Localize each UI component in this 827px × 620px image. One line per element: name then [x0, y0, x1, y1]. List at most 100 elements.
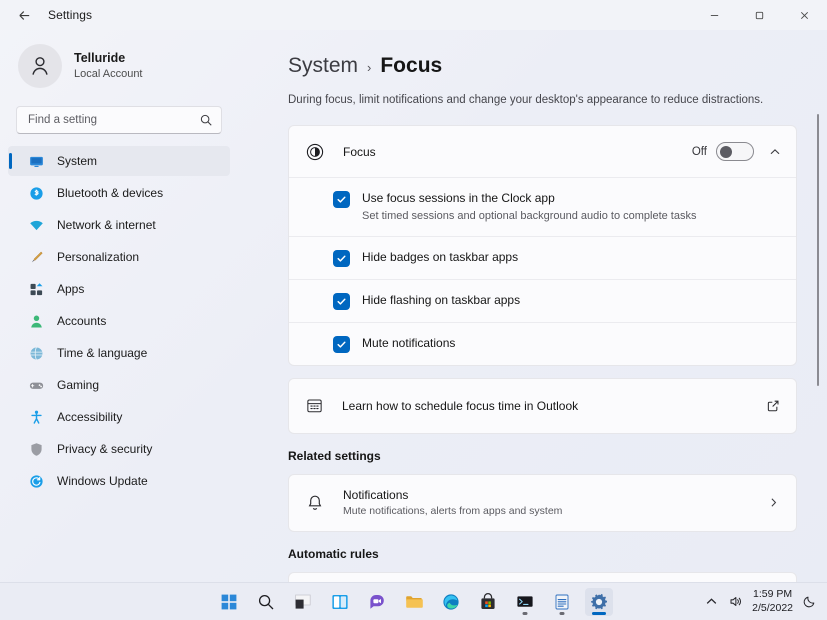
- option-texts: Hide flashing on taskbar apps: [362, 292, 520, 308]
- sidebar-item-privacy-security[interactable]: Privacy & security: [8, 434, 230, 464]
- sidebar-item-accounts[interactable]: Accounts: [8, 306, 230, 336]
- file-explorer-button[interactable]: [400, 588, 428, 616]
- toggle-knob: [720, 146, 732, 158]
- option-label: Mute notifications: [362, 335, 456, 350]
- main-content: System › Focus During focus, limit notif…: [246, 30, 827, 582]
- start-icon: [221, 594, 236, 609]
- option-texts: Use focus sessions in the Clock app Set …: [362, 190, 696, 224]
- option-label: Hide badges on taskbar apps: [362, 249, 519, 264]
- focus-option-row[interactable]: Hide badges on taskbar apps: [289, 237, 796, 280]
- checkbox-hide-flashing[interactable]: [333, 292, 350, 310]
- search-icon: [258, 594, 273, 609]
- minimize-button[interactable]: [692, 0, 737, 30]
- account-icon: [28, 313, 45, 330]
- chevron-right-icon[interactable]: [767, 496, 780, 509]
- notifications-title: Notifications: [343, 488, 409, 503]
- sidebar-item-personalization[interactable]: Personalization: [8, 242, 230, 272]
- bluetooth-icon: [28, 185, 45, 202]
- edge-button[interactable]: [437, 588, 465, 616]
- focus-card: Focus Off Use focus sessions in the Cloc…: [288, 125, 797, 366]
- automatic-rules-heading: Automatic rules: [288, 546, 379, 561]
- terminal-icon: [516, 595, 533, 607]
- sidebar-item-label: Bluetooth & devices: [57, 186, 164, 200]
- maximize-icon: [755, 11, 764, 19]
- maximize-button[interactable]: [737, 0, 782, 30]
- automatic-rules-card[interactable]: [288, 571, 797, 582]
- focus-header: Focus Off: [289, 126, 796, 178]
- focus-option-row[interactable]: Mute notifications: [289, 323, 796, 365]
- wifi-icon: [28, 217, 45, 234]
- sidebar-item-apps[interactable]: Apps: [8, 274, 230, 304]
- sidebar-item-system[interactable]: System: [8, 146, 230, 176]
- avatar: [18, 44, 62, 88]
- checkbox-hide-badges[interactable]: [333, 249, 350, 267]
- microsoft-store-button[interactable]: [474, 588, 502, 616]
- settings-window: Settings Telluride Local Account Find a …: [0, 0, 827, 620]
- task-view-button[interactable]: [289, 588, 317, 616]
- sidebar-item-label: Windows Update: [57, 474, 148, 488]
- sidebar-item-time-language[interactable]: Time & language: [8, 338, 230, 368]
- settings-button[interactable]: [584, 587, 613, 616]
- scrollbar-thumb[interactable]: [817, 114, 819, 386]
- option-label: Hide flashing on taskbar apps: [362, 292, 521, 307]
- search-icon: [200, 114, 212, 126]
- terminal-button[interactable]: [511, 588, 539, 616]
- bell-icon: [305, 493, 325, 513]
- chat-button[interactable]: [363, 588, 391, 616]
- brush-icon: [28, 249, 45, 266]
- back-button[interactable]: [8, 0, 40, 30]
- focus-option-row[interactable]: Hide flashing on taskbar apps: [289, 280, 796, 323]
- monitor-icon: [28, 153, 45, 170]
- sidebar-item-windows-update[interactable]: Windows Update: [8, 466, 230, 496]
- check-icon: [337, 298, 346, 305]
- check-icon: [337, 196, 346, 203]
- user-profile[interactable]: Telluride Local Account: [0, 30, 238, 100]
- notepad-button[interactable]: [548, 588, 576, 616]
- scrollbar[interactable]: [815, 114, 821, 582]
- breadcrumb-parent[interactable]: System: [288, 54, 358, 78]
- sidebar-item-gaming[interactable]: Gaming: [8, 370, 230, 400]
- page-description: During focus, limit notifications and ch…: [288, 94, 764, 106]
- chat-icon: [369, 594, 384, 609]
- outlook-link-row[interactable]: Learn how to schedule focus time in Outl…: [289, 379, 796, 433]
- external-link-icon[interactable]: [766, 399, 780, 413]
- taskbar: 1:59 PM 2/5/2022: [0, 582, 827, 620]
- profile-texts: Telluride Local Account: [74, 50, 143, 82]
- search-box[interactable]: [16, 106, 222, 134]
- sidebar-item-label: Time & language: [57, 346, 148, 360]
- outlook-link-card[interactable]: Learn how to schedule focus time in Outl…: [288, 377, 797, 434]
- focus-icon: [305, 142, 325, 162]
- notepad-icon: [555, 594, 568, 609]
- focus-toggle-state: Off: [691, 145, 707, 158]
- arrow-left-icon: [18, 10, 29, 20]
- focus-option-row[interactable]: Use focus sessions in the Clock app Set …: [289, 178, 796, 237]
- sidebar-item-label: Accounts: [57, 314, 107, 328]
- sidebar-item-accessibility[interactable]: Accessibility: [8, 402, 230, 432]
- window-title: Settings: [48, 8, 93, 22]
- window-body: Telluride Local Account Find a setting S…: [0, 30, 827, 582]
- profile-name: Telluride: [74, 51, 126, 66]
- start-button[interactable]: [215, 588, 243, 616]
- focus-toggle[interactable]: [716, 142, 754, 161]
- taskbar-search-button[interactable]: [252, 588, 280, 616]
- sidebar-item-bluetooth-devices[interactable]: Bluetooth & devices: [8, 178, 230, 208]
- checkbox-mute-notifications[interactable]: [333, 335, 350, 353]
- widgets-button[interactable]: [326, 588, 354, 616]
- file-explorer-icon: [405, 595, 423, 608]
- notifications-texts: Notifications Mute notifications, alerts…: [343, 488, 767, 517]
- notifications-card[interactable]: Notifications Mute notifications, alerts…: [288, 473, 797, 532]
- chevron-up-icon[interactable]: [768, 145, 782, 159]
- search-input[interactable]: [28, 114, 199, 126]
- notifications-sublabel: Mute notifications, alerts from apps and…: [343, 505, 563, 518]
- notifications-row[interactable]: Notifications Mute notifications, alerts…: [289, 475, 796, 531]
- microsoft-store-icon: [480, 592, 495, 609]
- close-button[interactable]: [782, 0, 827, 30]
- outlook-link-text: Learn how to schedule focus time in Outl…: [342, 398, 579, 413]
- checkbox-use-focus-sessions[interactable]: [333, 191, 350, 208]
- sidebar-item-network-internet[interactable]: Network & internet: [8, 210, 230, 240]
- sidebar-nav: System Bluetooth & devices Network & int…: [0, 146, 238, 498]
- profile-account-type: Local Account: [74, 68, 143, 81]
- settings-icon: [590, 593, 607, 609]
- breadcrumb: System › Focus: [288, 54, 797, 78]
- title-bar: Settings: [0, 0, 827, 30]
